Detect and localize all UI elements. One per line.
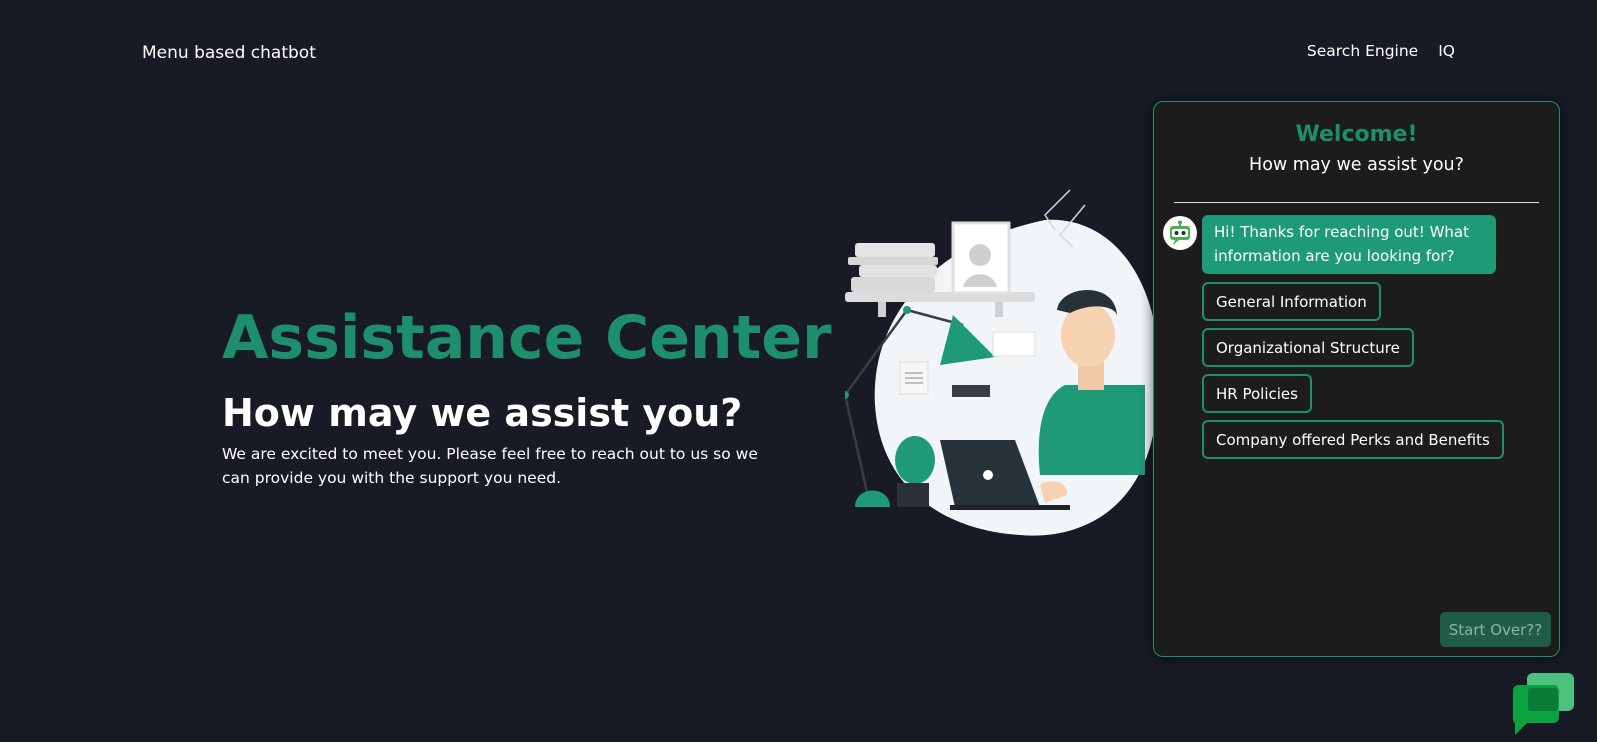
nav-iq[interactable]: IQ <box>1438 42 1455 60</box>
option-hr-policies[interactable]: HR Policies <box>1202 374 1312 413</box>
chat-panel: Welcome! How may we assist you? Hi! Than… <box>1153 101 1560 657</box>
top-nav: Search Engine IQ <box>1307 42 1455 60</box>
bot-message: Hi! Thanks for reaching out! What inform… <box>1202 215 1496 274</box>
option-perks-and-benefits[interactable]: Company offered Perks and Benefits <box>1202 420 1504 459</box>
chat-title: Welcome! <box>1295 122 1418 147</box>
hero-title: Assistance Center <box>222 303 832 373</box>
robot-icon <box>1163 216 1197 250</box>
brand-link[interactable]: Menu based chatbot <box>142 43 316 63</box>
hero-subtitle: How may we assist you? <box>222 391 743 435</box>
chat-options: General Information Organizational Struc… <box>1202 282 1504 459</box>
nav-search-engine[interactable]: Search Engine <box>1307 42 1418 60</box>
option-general-information[interactable]: General Information <box>1202 282 1381 321</box>
chat-header: Welcome! How may we assist you? <box>1154 102 1559 175</box>
chat-bubbles-icon[interactable] <box>1513 673 1575 737</box>
chat-divider <box>1174 202 1539 203</box>
hero-section: Assistance Center How may we assist you?… <box>222 302 832 490</box>
hero-description: We are excited to meet you. Please feel … <box>222 445 758 487</box>
option-organizational-structure[interactable]: Organizational Structure <box>1202 328 1414 367</box>
chat-subtitle: How may we assist you? <box>1249 155 1464 175</box>
start-over-button[interactable]: Start Over?? <box>1440 612 1551 647</box>
person-at-laptop-illustration <box>845 189 1155 536</box>
